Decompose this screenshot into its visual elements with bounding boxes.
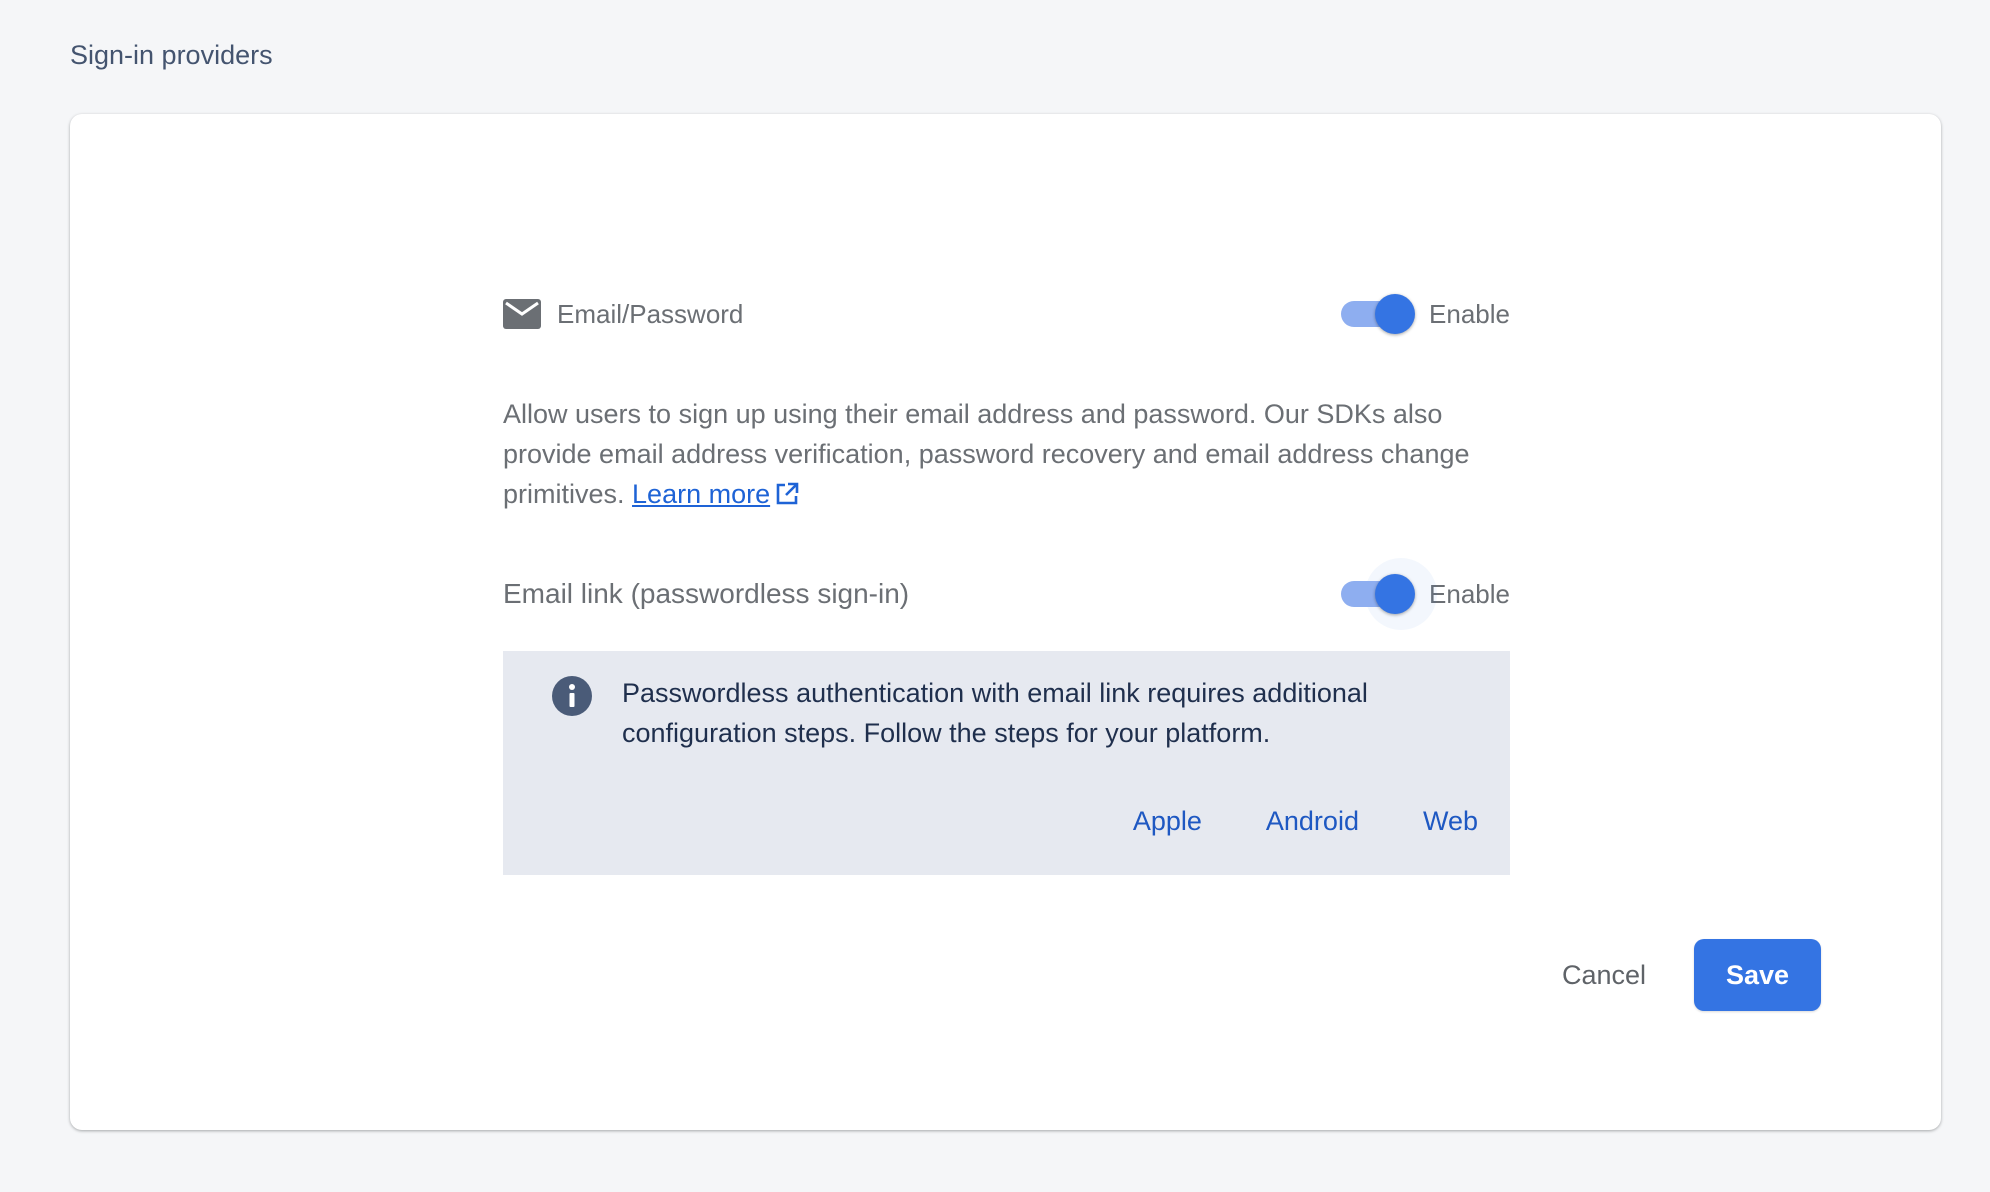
web-platform-link[interactable]: Web (1423, 806, 1478, 837)
dialog-actions: Cancel Save (1540, 939, 1821, 1011)
email-password-toggle-group: Enable (1341, 284, 1510, 344)
learn-more-link[interactable]: Learn more (632, 479, 770, 509)
email-password-enable-toggle[interactable] (1341, 294, 1416, 334)
toggle-thumb (1375, 294, 1416, 334)
provider-config-card: Email/Password Enable Allow users to sig… (70, 114, 1941, 1130)
android-platform-link[interactable]: Android (1266, 806, 1359, 837)
section-title: Sign-in providers (70, 40, 273, 70)
email-password-enable-label: Enable (1429, 298, 1510, 329)
save-button[interactable]: Save (1694, 939, 1821, 1011)
passwordless-info-box: Passwordless authentication with email l… (503, 651, 1510, 875)
email-password-row: Email/Password Enable (503, 284, 1510, 344)
toggle-thumb (1375, 574, 1416, 614)
email-link-enable-label: Enable (1429, 578, 1510, 609)
email-link-row: Email link (passwordless sign-in) Enable (503, 558, 1510, 630)
email-link-enable-toggle[interactable] (1341, 558, 1438, 630)
email-link-toggle-group: Enable (1341, 558, 1510, 630)
cancel-button[interactable]: Cancel (1540, 940, 1668, 1011)
provider-config-content: Email/Password Enable Allow users to sig… (503, 114, 1510, 1130)
apple-platform-link[interactable]: Apple (1133, 806, 1202, 837)
email-password-label: Email/Password (557, 298, 744, 329)
info-message: Passwordless authentication with email l… (622, 678, 1368, 748)
mail-icon (503, 299, 541, 329)
platform-links: Apple Android Web (1133, 806, 1478, 837)
info-icon (552, 676, 592, 716)
email-password-description: Allow users to sign up using their email… (503, 394, 1510, 514)
email-link-label: Email link (passwordless sign-in) (503, 578, 910, 609)
external-link-icon[interactable] (774, 478, 800, 505)
